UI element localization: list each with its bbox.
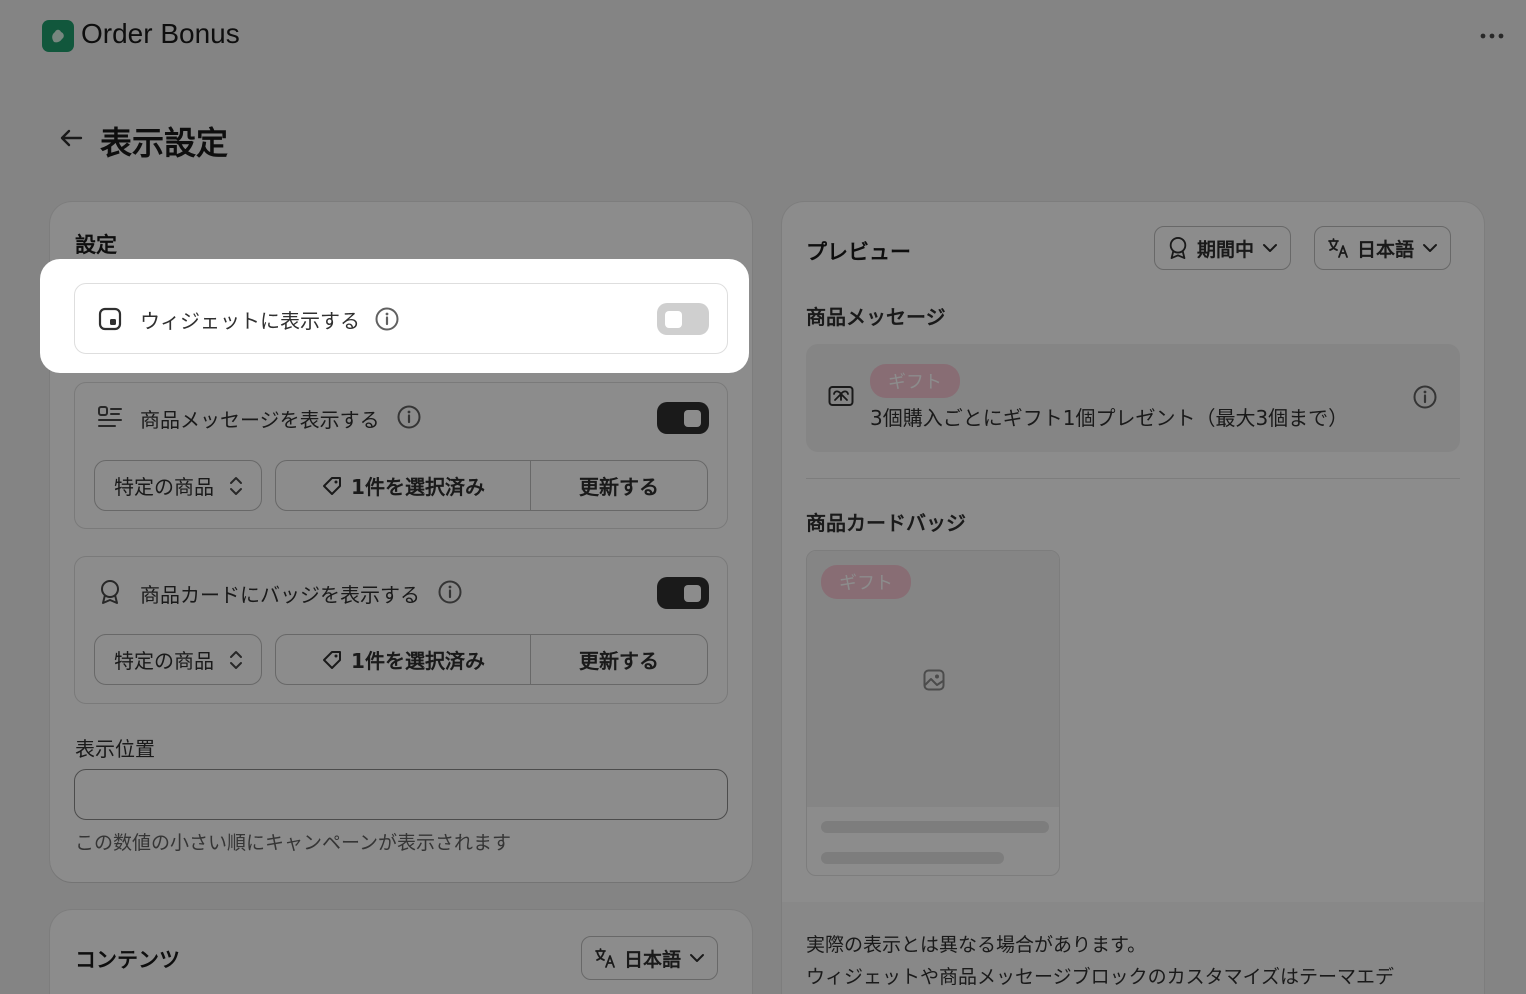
preview-heading: プレビュー	[806, 240, 911, 264]
selected-products-button[interactable]: 1件を選択済み	[276, 635, 530, 684]
update-button[interactable]: 更新する	[530, 635, 707, 684]
content-card: コンテンツ 日本語	[50, 910, 752, 994]
order-bonus-logo-icon	[42, 20, 74, 52]
product-message-preview: ギフト 3個購入ごとにギフト1個プレゼント（最大3個まで）	[806, 344, 1460, 452]
gift-badge: ギフト	[870, 364, 960, 398]
select-value: 特定の商品	[114, 475, 214, 499]
preview-notice: 実際の表示とは異なる場合があります。 ウィジェットや商品メッセージブロックのカス…	[782, 902, 1484, 994]
selected-products-button[interactable]: 1件を選択済み	[276, 461, 530, 510]
tag-icon	[323, 476, 342, 495]
language-icon	[1328, 238, 1348, 258]
back-button[interactable]	[56, 122, 86, 154]
product-message-toggle[interactable]	[657, 402, 709, 434]
product-message-label: 商品メッセージを表示する	[140, 408, 380, 432]
chevron-down-icon	[1263, 244, 1278, 252]
widget-icon	[97, 306, 123, 332]
info-icon[interactable]	[396, 404, 422, 430]
product-message-setting: 商品メッセージを表示する 特定の商品 1件を選択済み 更新する	[74, 382, 728, 529]
notice-line-1: 実際の表示とは異なる場合があります。	[806, 934, 1147, 956]
more-horizontal-icon	[1480, 33, 1504, 39]
message-text: 3個購入ごとにギフト1個プレゼント（最大3個まで）	[870, 406, 1349, 430]
product-message-preview-heading: 商品メッセージ	[806, 305, 946, 329]
card-gift-badge: ギフト	[821, 565, 911, 599]
skeleton-line	[821, 821, 1049, 833]
divider	[806, 478, 1460, 479]
position-help-text: この数値の小さい順にキャンペーンが表示されます	[75, 832, 512, 854]
product-badge-target-select[interactable]: 特定の商品	[94, 634, 262, 685]
position-input[interactable]	[74, 769, 728, 820]
badge-icon	[1169, 237, 1187, 260]
text-list-icon	[97, 404, 123, 430]
chevron-down-icon	[690, 954, 705, 962]
period-select[interactable]: 期間中	[1154, 226, 1292, 270]
notice-line-2: ウィジェットや商品メッセージブロックのカスタマイズはテーマエデ	[806, 966, 1395, 988]
product-badge-button-group: 1件を選択済み 更新する	[275, 634, 708, 685]
product-card-preview: ギフト	[806, 550, 1060, 876]
page-title: 表示設定	[100, 124, 229, 162]
product-badge-label: 商品カードにバッジを表示する	[140, 583, 420, 607]
arrow-left-icon	[60, 129, 83, 147]
badge-icon	[97, 579, 123, 605]
info-icon[interactable]	[374, 306, 400, 332]
more-actions-button[interactable]	[1478, 22, 1506, 50]
settings-heading: 設定	[75, 233, 117, 257]
chevron-up-down-icon	[230, 651, 242, 669]
widget-setting: ウィジェットに表示する	[74, 283, 728, 354]
app-name: Order Bonus	[81, 18, 240, 49]
gift-card-icon	[828, 385, 854, 407]
preview-card: プレビュー 期間中 日本語 商品メッセージ ギフト 3個購入ごとにギフト1個プレ…	[782, 202, 1484, 994]
top-bar: Order Bonus	[0, 0, 1526, 72]
skeleton-line	[821, 852, 1004, 864]
product-message-target-select[interactable]: 特定の商品	[94, 460, 262, 511]
widget-label: ウィジェットに表示する	[140, 309, 360, 333]
highlighted-widget-setting: ウィジェットに表示する	[40, 259, 749, 373]
product-badge-toggle[interactable]	[657, 577, 709, 609]
tag-icon	[323, 650, 342, 669]
content-heading: コンテンツ	[75, 948, 180, 972]
image-placeholder-icon	[923, 669, 945, 691]
language-icon	[595, 948, 615, 968]
content-language-select[interactable]: 日本語	[581, 936, 719, 980]
update-button[interactable]: 更新する	[530, 461, 707, 510]
info-icon[interactable]	[437, 579, 463, 605]
product-card-badge-heading: 商品カードバッジ	[806, 511, 966, 535]
widget-toggle[interactable]	[657, 303, 709, 335]
position-label: 表示位置	[75, 737, 155, 761]
preview-language-select[interactable]: 日本語	[1314, 226, 1452, 270]
product-badge-setting: 商品カードにバッジを表示する 特定の商品 1件を選択済み 更新する	[74, 556, 728, 704]
select-value: 特定の商品	[114, 649, 214, 673]
chevron-up-down-icon	[230, 477, 242, 495]
info-icon[interactable]	[1413, 385, 1437, 409]
product-message-button-group: 1件を選択済み 更新する	[275, 460, 708, 511]
chevron-down-icon	[1423, 244, 1438, 252]
